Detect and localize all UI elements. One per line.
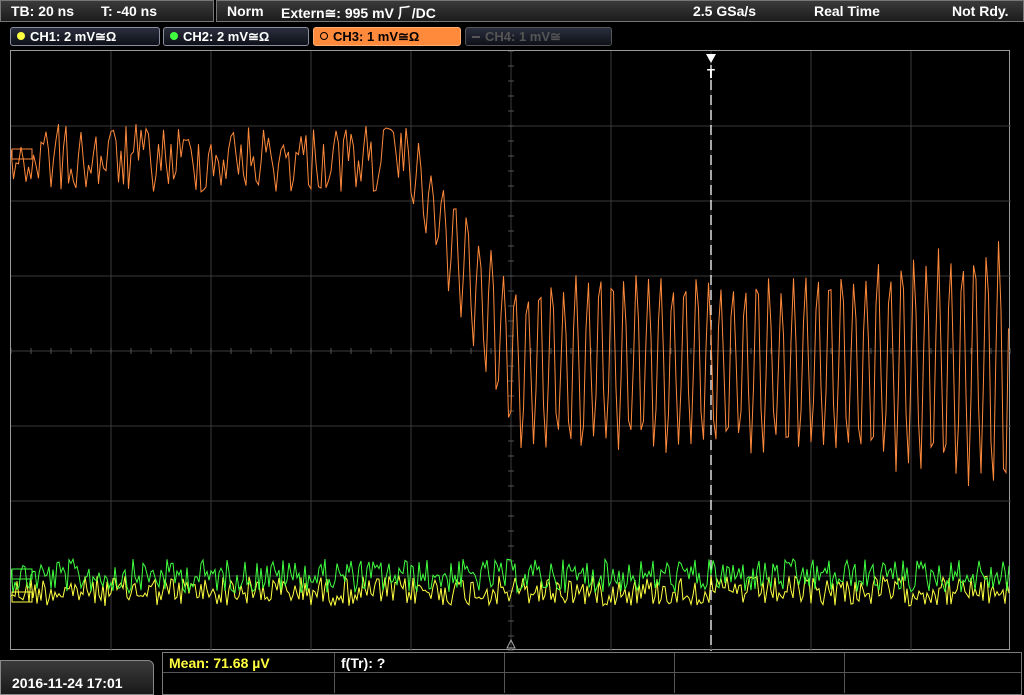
ch1-label: CH1: 2 mV≅Ω [30,29,117,44]
ch3-indicator-icon [320,32,328,40]
trigger-marker-label: T [707,66,715,81]
ch4-off-icon [472,36,480,38]
mean-measurement: Mean: 71.68 µV [169,655,270,671]
measurement-cell[interactable] [335,673,505,693]
measurement-cell[interactable] [845,673,1021,693]
trigger-source[interactable]: Extern≅: 995 mV ⺁/DC [281,3,436,23]
channel-tabs: CH1: 2 mV≅Ω CH2: 2 mV≅Ω CH3: 1 mV≅Ω CH4:… [0,25,1024,47]
measurement-cell[interactable] [675,673,845,693]
acquisition-status: Not Rdy. [952,3,1009,19]
timebase-panel[interactable]: TB: 20 ns T: -40 ns [0,0,214,22]
measurement-cell[interactable] [675,653,845,673]
measurement-cell[interactable] [163,673,335,693]
tab-ch4[interactable]: CH4: 1 mV≅ [465,27,612,46]
ch2-label: CH2: 2 mV≅Ω [183,29,270,44]
trigger-mode[interactable]: Norm [227,3,264,19]
trigger-time-value[interactable]: T: -40 ns [101,3,157,19]
measurement-cell[interactable]: f(Tr): ? [335,653,505,673]
tab-ch1[interactable]: CH1: 2 mV≅Ω [10,27,160,46]
rise-frequency-measurement: f(Tr): ? [341,655,386,671]
waveform-svg: T [11,51,1011,651]
acquisition-mode[interactable]: Real Time [814,3,880,19]
ch3-label: CH3: 1 mV≅Ω [333,29,420,44]
measurement-cell[interactable] [505,673,675,693]
measurement-cell[interactable] [505,653,675,673]
tab-ch2[interactable]: CH2: 2 mV≅Ω [163,27,309,46]
timebase-value[interactable]: TB: 20 ns [11,3,74,19]
ch1-indicator-icon [17,32,25,40]
bottom-bar: 2016-11-24 17:01 Mean: 71.68 µV f(Tr): ? [0,652,1024,695]
datetime: 2016-11-24 17:01 [12,675,123,691]
waveform-display[interactable]: T [10,50,1011,651]
sample-rate[interactable]: 2.5 GSa/s [693,3,756,19]
ch2-ground-marker-icon[interactable] [11,568,33,580]
status-bar: TB: 20 ns T: -40 ns Norm Extern≅: 995 mV… [0,0,1024,23]
measurement-cell[interactable] [845,653,1021,673]
measurement-panel[interactable]: Mean: 71.68 µV f(Tr): ? [162,652,1022,695]
ch2-indicator-icon [170,32,178,40]
tab-ch3[interactable]: CH3: 1 mV≅Ω [313,27,461,46]
datetime-panel: 2016-11-24 17:01 [0,660,154,695]
trigger-panel[interactable]: Norm Extern≅: 995 mV ⺁/DC 2.5 GSa/s Real… [216,0,1024,22]
trigger-arrow-icon[interactable] [706,54,716,63]
measurement-cell[interactable]: Mean: 71.68 µV [163,653,335,673]
ch3-waveform [11,124,1009,487]
ch4-label: CH4: 1 mV≅ [485,29,561,44]
